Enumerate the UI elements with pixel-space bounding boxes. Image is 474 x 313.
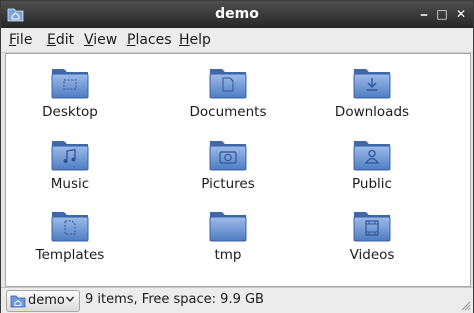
file-item-templates[interactable]: Templates (5, 207, 135, 263)
minimize-button[interactable]: ⎯ (416, 6, 432, 22)
file-item-label: Downloads (334, 104, 410, 120)
file-item-label: Desktop (42, 104, 98, 120)
minimize-icon: ⎯ (420, 7, 427, 21)
title-bar[interactable]: demo ⎯ □ ✕ (1, 1, 473, 28)
close-icon: ✕ (455, 7, 467, 21)
file-item-label: Pictures (201, 176, 255, 192)
home-folder-icon (10, 295, 26, 308)
file-item-label: Public (352, 176, 392, 192)
documents-folder-icon (208, 64, 248, 100)
menu-edit-mnemonic: E (47, 32, 56, 48)
menu-edit-label: dit (55, 32, 75, 48)
file-item-label: Music (50, 176, 90, 192)
resize-grip-icon[interactable] (459, 299, 471, 311)
file-item-downloads[interactable]: Downloads (307, 64, 437, 120)
location-dropdown[interactable]: demo (6, 290, 80, 312)
downloads-folder-icon (352, 64, 392, 100)
file-item-label: Videos (349, 247, 395, 263)
menu-file-mnemonic: F (9, 32, 17, 48)
window-title: demo (215, 6, 259, 22)
status-bar: demo 9 items, Free space: 9.9 GB (1, 287, 473, 313)
menu-help-mnemonic: H (179, 32, 190, 48)
folder-icon (208, 207, 248, 243)
status-text: 9 items, Free space: 9.9 GB (85, 292, 264, 307)
menu-view-label: iew (93, 32, 118, 48)
menu-bar: File Edit View Places Help (1, 28, 473, 53)
menu-file-label: ile (16, 32, 33, 48)
chevron-down-icon (65, 296, 75, 303)
file-item-label: tmp (214, 247, 242, 263)
file-item-pictures[interactable]: Pictures (163, 136, 293, 192)
file-item-label: Templates (35, 247, 105, 263)
close-button[interactable]: ✕ (453, 6, 469, 22)
menu-places-label: laces (135, 32, 172, 48)
file-item-tmp[interactable]: tmp (163, 207, 293, 263)
pictures-folder-icon (208, 136, 248, 172)
menu-edit[interactable]: Edit (47, 32, 74, 48)
file-item-label: Documents (189, 104, 267, 120)
templates-folder-icon (50, 207, 90, 243)
videos-folder-icon (352, 207, 392, 243)
location-label: demo (28, 293, 65, 308)
menu-places[interactable]: Places (127, 32, 172, 48)
menu-help[interactable]: Help (179, 32, 211, 48)
menu-view-mnemonic: V (84, 32, 94, 48)
public-folder-icon (352, 136, 392, 172)
menu-help-label: elp (189, 32, 211, 48)
file-item-music[interactable]: Music (5, 136, 135, 192)
file-item-public[interactable]: Public (307, 136, 437, 192)
music-folder-icon (50, 136, 90, 172)
file-item-videos[interactable]: Videos (307, 207, 437, 263)
file-view[interactable]: Desktop Documents Downloads Music Pictur… (5, 53, 471, 287)
maximize-button[interactable]: □ (434, 6, 450, 22)
desktop-folder-icon (50, 64, 90, 100)
file-manager-window: demo ⎯ □ ✕ File Edit View Places Help De… (0, 0, 474, 313)
file-item-documents[interactable]: Documents (163, 64, 293, 120)
menu-file[interactable]: File (9, 32, 32, 48)
menu-view[interactable]: View (84, 32, 117, 48)
maximize-icon: □ (436, 7, 448, 21)
file-item-desktop[interactable]: Desktop (5, 64, 135, 120)
